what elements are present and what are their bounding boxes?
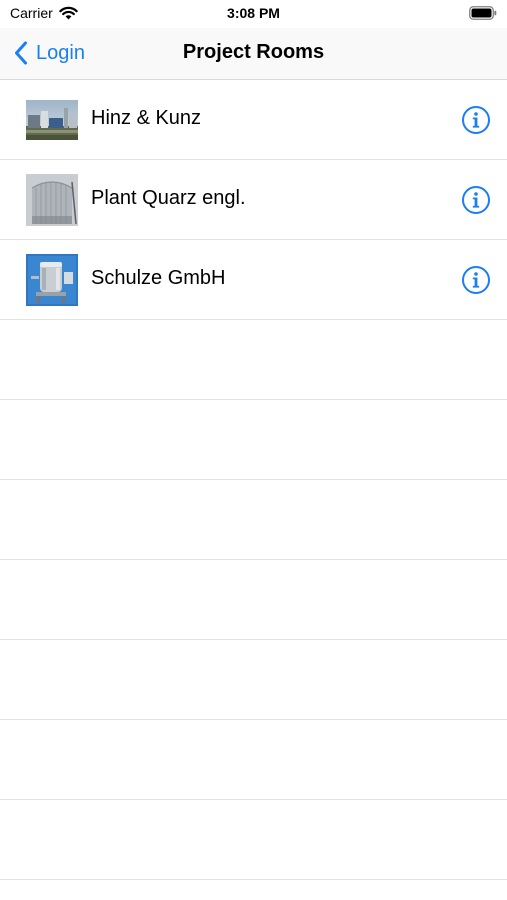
empty-row [0, 640, 507, 720]
navigation-bar: Login Project Rooms [0, 28, 507, 80]
table-row-hinz-kunz[interactable]: Hinz & Kunz [0, 80, 507, 160]
table-row-plant-quarz[interactable]: Plant Quarz engl. [0, 160, 507, 240]
empty-row [0, 400, 507, 480]
battery-icon [469, 6, 497, 20]
table-row-schulze[interactable]: Schulze GmbH [0, 240, 507, 320]
info-icon[interactable] [461, 105, 491, 135]
page-title: Project Rooms [182, 41, 325, 63]
room-label: Plant Quarz engl. [91, 187, 246, 209]
info-icon[interactable] [461, 185, 491, 215]
room-label: Schulze GmbH [91, 267, 226, 289]
room-thumbnail-silo [26, 174, 78, 226]
room-label: Hinz & Kunz [91, 107, 202, 129]
empty-row [0, 800, 507, 880]
info-icon[interactable] [461, 265, 491, 295]
empty-row [0, 560, 507, 640]
room-thumbnail-machine [26, 254, 78, 306]
empty-row [0, 720, 507, 800]
empty-row [0, 320, 507, 400]
empty-row [0, 480, 507, 560]
status-bar: Carrier 3:08 PM [0, 0, 507, 28]
project-rooms-table: Hinz & Kunz Plant Quarz engl. Schulze Gm… [0, 80, 507, 880]
status-time: 3:08 PM [227, 5, 280, 21]
room-thumbnail-industrial-site [26, 94, 78, 146]
